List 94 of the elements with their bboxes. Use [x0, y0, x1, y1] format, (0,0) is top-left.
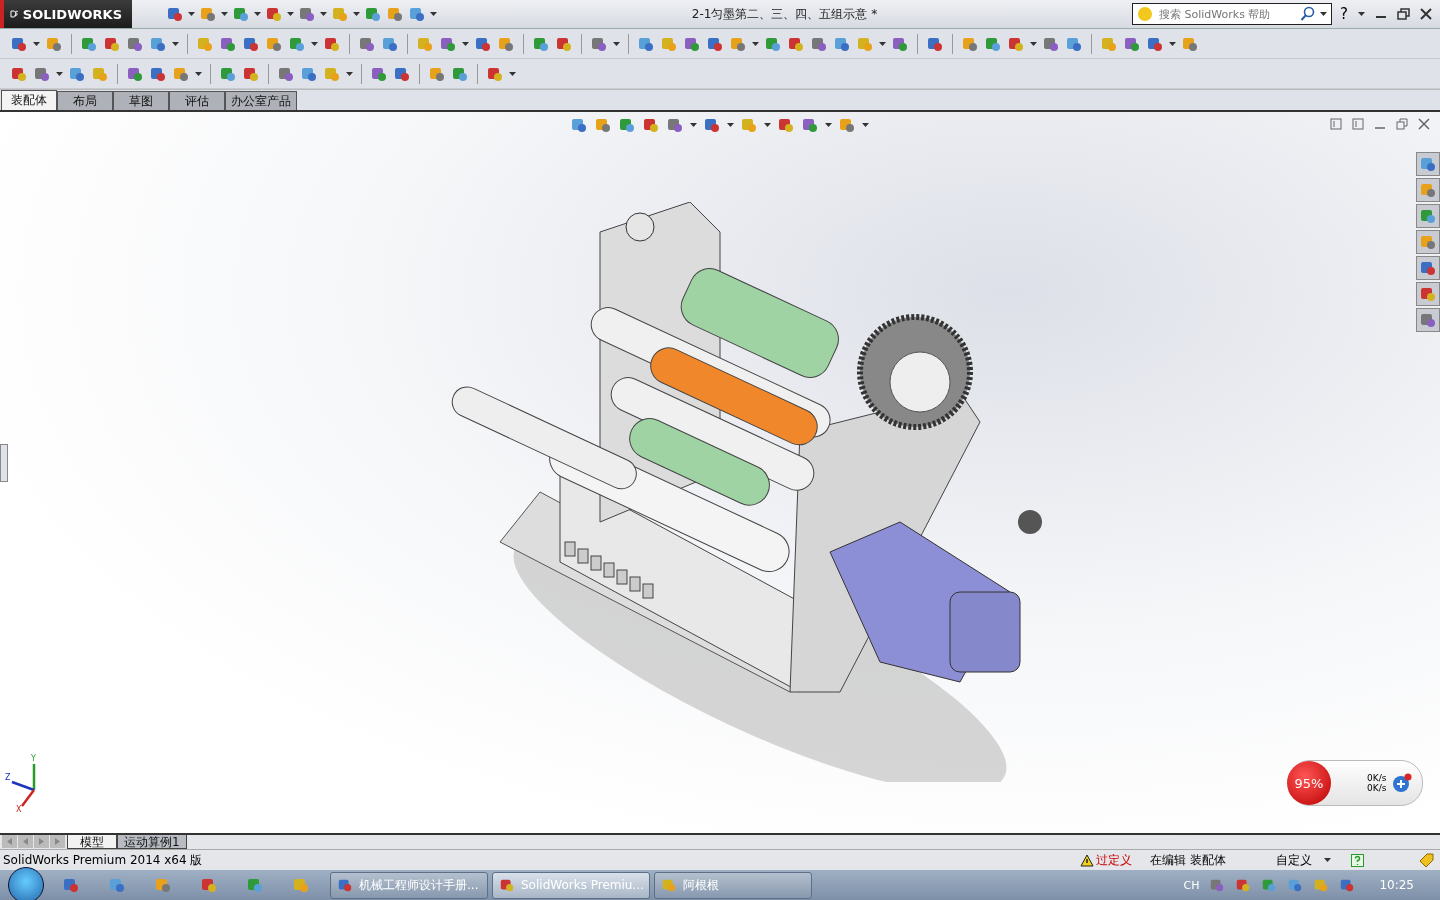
caret-icon[interactable] — [1030, 41, 1037, 46]
launcher-icon[interactable] — [154, 876, 172, 894]
launcher-icon[interactable] — [200, 876, 218, 894]
axis-label: Z — [5, 773, 11, 782]
tray-icon[interactable] — [1339, 877, 1356, 893]
caret-icon[interactable] — [727, 123, 734, 127]
tray-icon[interactable] — [1209, 877, 1226, 893]
caret-icon[interactable] — [509, 71, 516, 76]
tool-icon[interactable] — [838, 116, 856, 134]
launcher-icon[interactable] — [62, 876, 80, 894]
caret-icon[interactable] — [221, 12, 228, 16]
caret-icon[interactable] — [346, 71, 353, 76]
start-button[interactable] — [8, 867, 44, 900]
caret-icon[interactable] — [690, 123, 697, 127]
caret-icon[interactable] — [613, 41, 620, 46]
tile-view-icon[interactable] — [1352, 118, 1364, 130]
help-icon[interactable] — [1351, 853, 1364, 867]
tool-icon[interactable] — [618, 116, 636, 134]
edit-mode: 在编辑 装配体 — [1150, 851, 1226, 869]
caret-icon[interactable] — [172, 41, 179, 46]
document-tab[interactable]: 运动算例1 — [117, 835, 187, 849]
tray-icon[interactable] — [1235, 877, 1252, 893]
close-icon[interactable] — [1420, 8, 1432, 20]
ribbon-tab[interactable]: 办公室产品 — [225, 91, 297, 110]
caret-icon[interactable] — [862, 123, 869, 127]
axis-label: X — [16, 805, 22, 812]
download-speed: 0K/s — [1367, 783, 1387, 793]
logo-text: SOLIDWORKS — [22, 6, 122, 22]
task-pane-icon[interactable] — [1416, 282, 1440, 306]
axis-label: Y — [31, 754, 36, 763]
caret-icon[interactable] — [320, 12, 327, 16]
caret-icon[interactable] — [879, 41, 886, 46]
warning-icon — [1080, 853, 1095, 867]
tool-icon[interactable] — [298, 5, 316, 23]
ribbon-tab[interactable]: 装配体 — [1, 90, 57, 110]
ribbon-tab[interactable]: 草图 — [113, 91, 169, 110]
task-pane-icon[interactable] — [1416, 204, 1440, 228]
task-pane-icon[interactable] — [1416, 152, 1440, 176]
task-pane-icon[interactable] — [1416, 308, 1440, 332]
product-version: SolidWorks Premium 2014 x64 版 — [3, 851, 204, 869]
caret-icon[interactable] — [752, 41, 759, 46]
tool-icon[interactable] — [801, 116, 819, 134]
panel-expand-handle[interactable] — [0, 444, 8, 482]
caret-icon[interactable] — [33, 41, 40, 46]
caret-icon[interactable] — [1358, 12, 1365, 16]
ribbon-tab[interactable]: 评估 — [169, 91, 225, 110]
caret-icon[interactable] — [188, 12, 195, 16]
launcher-icon[interactable] — [108, 876, 126, 894]
tool-icon[interactable] — [703, 116, 721, 134]
close-icon[interactable] — [1418, 118, 1430, 130]
caret-icon[interactable] — [825, 123, 832, 127]
tool-icon[interactable] — [594, 116, 612, 134]
tool-icon[interactable] — [777, 116, 795, 134]
ribbon-tab[interactable]: 布局 — [57, 91, 113, 110]
caret-icon[interactable] — [1320, 12, 1328, 16]
caret-icon[interactable] — [353, 12, 360, 16]
app-icon[interactable] — [337, 877, 353, 893]
document-tab[interactable]: 模型 — [67, 835, 117, 849]
tool-icon[interactable] — [642, 116, 660, 134]
tile-view-icon[interactable] — [1330, 118, 1342, 130]
window-title: 2-1匀墨第二、三、四、五组示意 * — [690, 5, 879, 23]
rebuild-warning[interactable]: 过定义 — [1096, 851, 1133, 869]
memory-percent: 95% — [1287, 761, 1331, 805]
help-button[interactable]: ? — [1340, 5, 1348, 23]
add-icon[interactable] — [1392, 773, 1413, 793]
caret-icon[interactable] — [287, 12, 294, 16]
caret-icon[interactable] — [311, 41, 318, 46]
search-bar[interactable]: 搜索 SolidWorks 帮助 — [1132, 3, 1333, 25]
tool-icon[interactable] — [386, 5, 404, 23]
task-pane-icon[interactable] — [1416, 256, 1440, 280]
search-icon[interactable] — [1300, 6, 1317, 22]
clock: 10:25 — [1379, 878, 1414, 892]
caret-icon[interactable] — [254, 12, 261, 16]
upload-speed: 0K/s — [1367, 773, 1387, 783]
tool-icon[interactable] — [199, 5, 217, 23]
caret-icon[interactable] — [764, 123, 771, 127]
caret-icon[interactable] — [430, 12, 437, 16]
caret-icon[interactable] — [462, 41, 469, 46]
task-pane-icon[interactable] — [1416, 178, 1440, 202]
tool-icon[interactable] — [265, 5, 283, 23]
caret-icon[interactable] — [195, 71, 202, 76]
restore-icon[interactable] — [1397, 8, 1410, 20]
tool-icon[interactable] — [408, 5, 426, 23]
tag-icon[interactable] — [1418, 853, 1434, 867]
tray-icon[interactable] — [1287, 877, 1304, 893]
units-selector[interactable]: 自定义 — [1276, 851, 1312, 869]
app-icon[interactable] — [499, 877, 515, 893]
task-pane-icon[interactable] — [1416, 230, 1440, 254]
tool-icon[interactable] — [570, 116, 588, 134]
caret-icon[interactable] — [1324, 858, 1331, 862]
caret-icon[interactable] — [1169, 41, 1176, 46]
tool-icon[interactable] — [666, 116, 684, 134]
caret-icon[interactable] — [56, 71, 63, 76]
tool-icon[interactable] — [166, 5, 184, 23]
